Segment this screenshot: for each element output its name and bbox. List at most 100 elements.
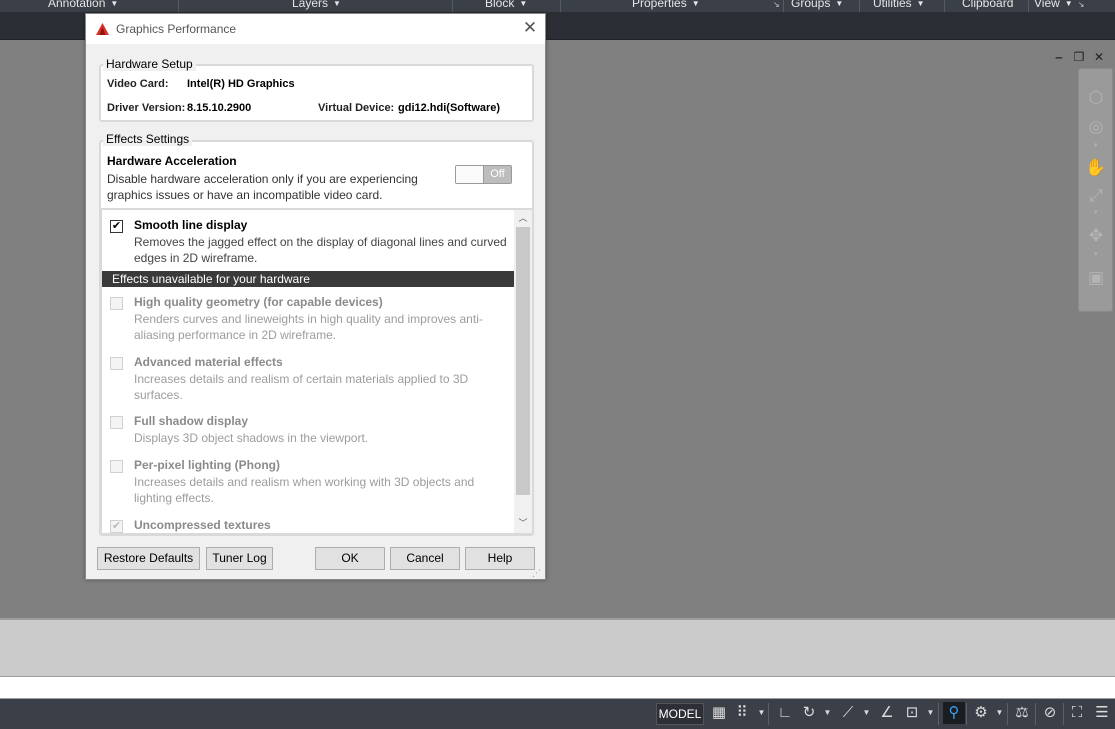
smooth-line-checkbox[interactable]: ✔ — [110, 220, 123, 233]
close-icon[interactable]: ✕ — [522, 19, 538, 36]
navigation-bar: ⬡ ◎ ▾ ✋ ⤢ ▾ ✥ ▾ ▣ — [1078, 68, 1113, 312]
help-button[interactable]: Help — [465, 547, 535, 570]
ribbon-panel-view[interactable]: View ▼ ↘ — [1034, 0, 1084, 12]
chevron-down-icon[interactable]: ▾ — [1094, 142, 1098, 149]
ribbon-panel-bar: Annotation ▼ Layers ▼ Block ▼ Properties ▼ ↘… — [0, 0, 1115, 12]
chevron-down-icon: ▼ — [691, 0, 700, 8]
ribbon-panel-layers[interactable]: Layers ▼ — [292, 0, 341, 12]
steering-wheel-icon[interactable]: ◎ — [1085, 116, 1107, 138]
chevron-down-icon: ▼ — [519, 0, 528, 8]
scroll-up-icon[interactable]: ︿ — [514, 210, 532, 226]
chevron-down-icon[interactable]: ▼ — [757, 702, 766, 724]
chevron-down-icon: ▼ — [835, 0, 844, 8]
ribbon-divider — [783, 0, 784, 12]
orbit-icon[interactable]: ✥ — [1085, 225, 1107, 247]
status-divider — [768, 703, 769, 725]
ribbon-divider — [560, 0, 561, 12]
viewcube-icon[interactable]: ⬡ — [1085, 87, 1107, 109]
toggle-state-label: Off — [484, 166, 511, 183]
ribbon-divider — [452, 0, 453, 12]
viewport-minimize-icon[interactable]: ‒ — [1052, 50, 1066, 64]
annotation-scale-icon[interactable]: ⚖ — [1011, 702, 1033, 724]
object-snap-icon[interactable]: ⊡ — [901, 702, 923, 724]
autocad-logo-icon — [96, 23, 109, 35]
showmotion-icon[interactable]: ▣ — [1085, 267, 1107, 289]
unavailable-effects-header: Effects unavailable for your hardware — [102, 271, 514, 287]
resize-grip-icon[interactable]: ⋰ — [532, 567, 544, 579]
fullscreen-icon[interactable]: ⛶ — [1066, 702, 1088, 724]
effects-list-scrollbar[interactable]: ︿ ﹀ — [514, 210, 532, 533]
dialog-title: Graphics Performance — [116, 22, 237, 36]
pan-hand-icon[interactable]: ✋ — [1085, 157, 1107, 179]
ribbon-panel-block[interactable]: Block ▼ — [485, 0, 527, 12]
cancel-button[interactable]: Cancel — [390, 547, 460, 570]
chevron-down-icon[interactable]: ▼ — [823, 702, 832, 724]
scrollbar-thumb[interactable] — [516, 227, 530, 495]
driver-version-label: Driver Version: — [107, 102, 186, 114]
isolate-objects-icon[interactable]: ⊘ — [1039, 702, 1061, 724]
toggle-knob — [456, 166, 484, 183]
ribbon-panel-label: Utilities — [873, 0, 912, 10]
customize-icon[interactable]: ☰ — [1091, 702, 1113, 724]
chevron-down-icon[interactable]: ▼ — [862, 702, 871, 724]
command-line-input[interactable] — [0, 676, 1115, 699]
advanced-material-title: Advanced material effects — [134, 355, 283, 369]
video-card-value: Intel(R) HD Graphics — [187, 78, 295, 90]
grid-icon[interactable]: ▦ — [708, 702, 730, 724]
viewport-restore-icon[interactable]: ❐ — [1072, 50, 1086, 64]
status-divider — [1007, 703, 1008, 725]
ribbon-divider — [859, 0, 860, 12]
high-quality-geometry-title: High quality geometry (for capable devic… — [134, 295, 383, 309]
status-divider — [938, 703, 939, 725]
full-shadow-title: Full shadow display — [134, 414, 249, 428]
high-quality-geometry-description: Renders curves and lineweights in high q… — [134, 312, 483, 342]
smooth-line-description: Removes the jagged effect on the display… — [134, 235, 507, 265]
dialog-title-bar[interactable]: Graphics Performance ✕ — [86, 14, 545, 44]
polar-icon[interactable]: ↻ — [798, 702, 820, 724]
workspace-gear-icon[interactable]: ⚙ — [970, 702, 992, 724]
hardware-acceleration-description: Disable hardware acceleration only if yo… — [107, 172, 418, 202]
uncompressed-textures-title: Uncompressed textures — [134, 518, 271, 532]
chevron-down-icon: ▼ — [110, 0, 119, 8]
effects-list[interactable]: ✔ Smooth line display Removes the jagged… — [100, 208, 534, 535]
chevron-down-icon[interactable]: ▾ — [1094, 251, 1098, 258]
snap-icon[interactable]: ⠿ — [731, 702, 753, 724]
per-pixel-lighting-description: Increases details and realism when worki… — [134, 475, 475, 505]
ortho-icon[interactable]: ∟ — [774, 702, 796, 724]
status-divider — [1035, 703, 1036, 725]
ribbon-panel-utilities[interactable]: Utilities ▼ — [873, 0, 925, 12]
driver-version-value: 8.15.10.2900 — [187, 102, 252, 114]
model-space-button[interactable]: MODEL — [656, 703, 704, 725]
status-divider — [1063, 703, 1064, 725]
ribbon-panel-label: Groups — [791, 0, 831, 10]
graphics-performance-dialog: Graphics Performance ✕ Video Card: Intel… — [85, 13, 546, 580]
command-history — [0, 618, 1115, 676]
tuner-log-button[interactable]: Tuner Log — [206, 547, 273, 570]
dialog-launcher-icon[interactable]: ↘ — [1078, 0, 1085, 9]
ok-button[interactable]: OK — [315, 547, 385, 570]
effects-settings-legend: Effects Settings — [103, 132, 193, 146]
ribbon-panel-label: Properties — [632, 0, 687, 10]
properties-launcher[interactable]: ↘ — [768, 0, 780, 12]
chevron-down-icon[interactable]: ▼ — [926, 702, 935, 724]
ribbon-panel-properties[interactable]: Properties ▼ — [632, 0, 700, 12]
restore-defaults-button[interactable]: Restore Defaults — [97, 547, 200, 570]
object-snap-tracking-icon[interactable]: ∠ — [876, 702, 898, 724]
scroll-down-icon[interactable]: ﹀ — [514, 515, 532, 531]
advanced-material-description: Increases details and realism of certain… — [134, 372, 469, 402]
ribbon-panel-label: Clipboard — [962, 0, 1014, 10]
viewport-close-icon[interactable]: ✕ — [1092, 50, 1106, 64]
ribbon-divider — [944, 0, 945, 12]
ribbon-panel-clipboard[interactable]: Clipboard — [962, 0, 1013, 12]
full-shadow-checkbox — [110, 416, 123, 429]
annotation-visibility-icon[interactable]: ⚲ — [943, 702, 965, 724]
ribbon-panel-groups[interactable]: Groups ▼ — [791, 0, 843, 12]
status-divider — [966, 703, 967, 725]
hardware-acceleration-toggle[interactable]: Off — [455, 165, 512, 184]
ribbon-panel-annotation[interactable]: Annotation ▼ — [48, 0, 118, 12]
isodraft-icon[interactable]: ⟋ — [837, 702, 859, 724]
zoom-extents-icon[interactable]: ⤢ — [1085, 185, 1107, 207]
status-bar: MODEL ▦ ⠿ ▼ ∟ ↻ ▼ ⟋ ▼ ∠ ⊡ ▼ ⚲ ⚙ ▼ ⚖ ⊘ ⛶ … — [0, 699, 1115, 729]
chevron-down-icon[interactable]: ▼ — [995, 702, 1004, 724]
chevron-down-icon[interactable]: ▾ — [1094, 209, 1098, 216]
